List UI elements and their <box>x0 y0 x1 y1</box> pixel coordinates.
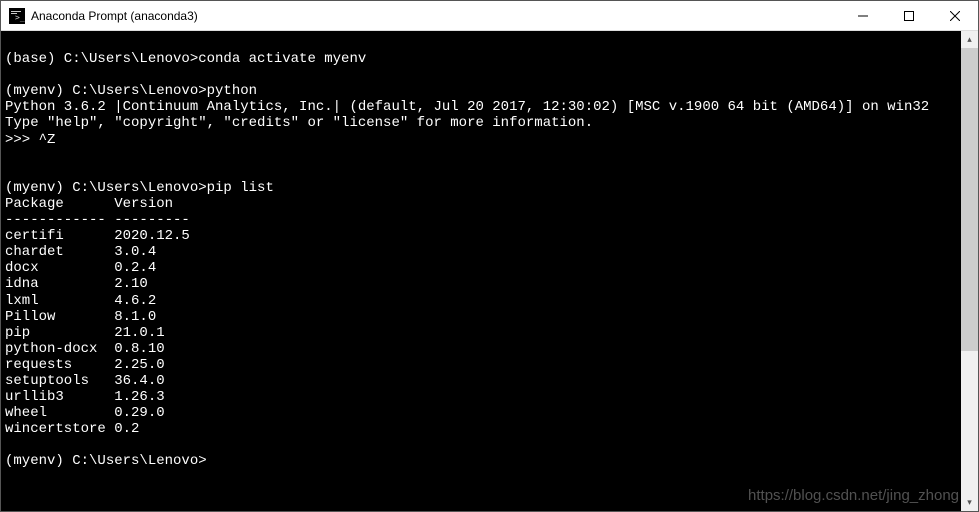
terminal-line: Package Version <box>5 196 961 212</box>
terminal-line: python-docx 0.8.10 <box>5 341 961 357</box>
terminal-line: (myenv) C:\Users\Lenovo>python <box>5 83 961 99</box>
terminal-line: requests 2.25.0 <box>5 357 961 373</box>
terminal-line: chardet 3.0.4 <box>5 244 961 260</box>
window-title: Anaconda Prompt (anaconda3) <box>31 9 840 23</box>
terminal-line: pip 21.0.1 <box>5 325 961 341</box>
app-icon: >_ <box>9 8 25 24</box>
terminal-line <box>5 35 961 51</box>
terminal-line: idna 2.10 <box>5 276 961 292</box>
terminal-line: Type "help", "copyright", "credits" or "… <box>5 115 961 131</box>
terminal-line: urllib3 1.26.3 <box>5 389 961 405</box>
terminal-container: (base) C:\Users\Lenovo>conda activate my… <box>1 31 978 511</box>
titlebar[interactable]: >_ Anaconda Prompt (anaconda3) <box>1 1 978 31</box>
terminal-line <box>5 148 961 164</box>
scroll-down-arrow-icon[interactable]: ▾ <box>961 494 978 511</box>
terminal-line: wincertstore 0.2 <box>5 421 961 437</box>
terminal-line: certifi 2020.12.5 <box>5 228 961 244</box>
terminal-line: lxml 4.6.2 <box>5 293 961 309</box>
terminal-line: (base) C:\Users\Lenovo>conda activate my… <box>5 51 961 67</box>
minimize-button[interactable] <box>840 1 886 30</box>
terminal-line: Python 3.6.2 |Continuum Analytics, Inc.|… <box>5 99 961 115</box>
svg-text:>_: >_ <box>15 13 25 22</box>
terminal-line <box>5 164 961 180</box>
terminal-line: wheel 0.29.0 <box>5 405 961 421</box>
terminal-line <box>5 437 961 453</box>
terminal-line: setuptools 36.4.0 <box>5 373 961 389</box>
terminal-line: (myenv) C:\Users\Lenovo>pip list <box>5 180 961 196</box>
vertical-scrollbar[interactable]: ▴ ▾ <box>961 31 978 511</box>
scroll-track[interactable] <box>961 48 978 494</box>
app-window: >_ Anaconda Prompt (anaconda3) (base) C:… <box>0 0 979 512</box>
terminal-line: docx 0.2.4 <box>5 260 961 276</box>
maximize-button[interactable] <box>886 1 932 30</box>
terminal-line: (myenv) C:\Users\Lenovo> <box>5 453 961 469</box>
terminal-line: ------------ --------- <box>5 212 961 228</box>
close-button[interactable] <box>932 1 978 30</box>
terminal-line <box>5 67 961 83</box>
scroll-thumb[interactable] <box>961 48 978 351</box>
scroll-up-arrow-icon[interactable]: ▴ <box>961 31 978 48</box>
terminal-line: >>> ^Z <box>5 132 961 148</box>
terminal-line: Pillow 8.1.0 <box>5 309 961 325</box>
window-controls <box>840 1 978 30</box>
terminal[interactable]: (base) C:\Users\Lenovo>conda activate my… <box>1 31 961 511</box>
